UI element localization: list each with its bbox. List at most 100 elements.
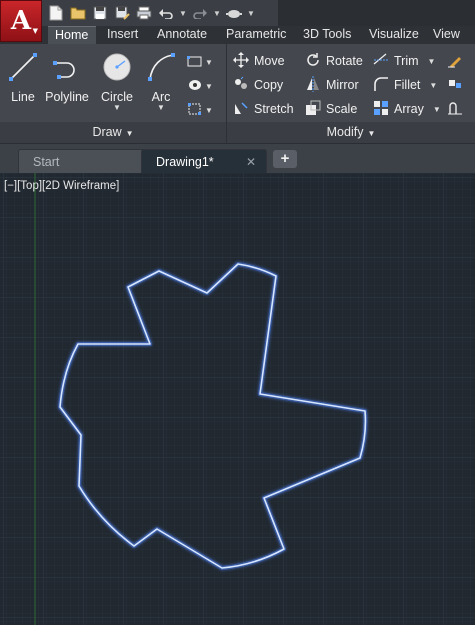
- scale-button[interactable]: Scale: [305, 99, 357, 119]
- draw-panel: Line Polyline Circle ▼ Arc ▼ ▼ ▼ ▼ Draw …: [0, 44, 227, 143]
- arc-icon: [142, 48, 180, 86]
- erase-icon: [447, 52, 463, 71]
- chevron-down-icon: ▼: [32, 27, 38, 35]
- file-tab-bar: Start Drawing1* ✕: [0, 144, 475, 173]
- hatch-icon: [187, 78, 203, 95]
- explode-icon: [447, 76, 463, 95]
- tab-3d-tools[interactable]: 3D Tools: [296, 26, 358, 44]
- region-tool[interactable]: ▼: [187, 98, 221, 122]
- stretch-icon: [233, 100, 249, 119]
- fillet-button[interactable]: Fillet ▼: [373, 75, 437, 95]
- plot-icon[interactable]: [134, 4, 154, 22]
- offset-button[interactable]: [447, 99, 463, 119]
- tab-drawing1[interactable]: Drawing1* ✕: [141, 149, 267, 173]
- drawing-canvas[interactable]: [0, 173, 475, 625]
- mirror-label: Mirror: [326, 78, 359, 92]
- chevron-down-icon: ▼: [205, 81, 213, 91]
- draw-title-label: Draw: [92, 125, 122, 139]
- redo-icon[interactable]: [190, 4, 210, 22]
- ribbon: Line Polyline Circle ▼ Arc ▼ ▼ ▼ ▼ Draw …: [0, 44, 475, 144]
- tab-home[interactable]: Home: [48, 26, 96, 44]
- title-bar-area: [278, 0, 475, 26]
- draw-small-tools: ▼ ▼ ▼: [187, 50, 221, 122]
- tab-parametric[interactable]: Parametric: [219, 26, 293, 44]
- close-icon[interactable]: ✕: [246, 150, 256, 174]
- explode-button[interactable]: [447, 75, 463, 95]
- chevron-down-icon: ▼: [429, 80, 438, 90]
- offset-icon: [447, 100, 463, 119]
- arc-dropdown-icon[interactable]: ▼: [142, 104, 180, 112]
- customize-qat-icon[interactable]: ▼: [246, 9, 256, 18]
- new-icon[interactable]: [46, 4, 66, 22]
- ribbon-tab-bar: Home Insert Annotate Parametric 3D Tools…: [0, 26, 475, 44]
- hatch-tool[interactable]: ▼: [187, 74, 221, 98]
- rectangle-tool[interactable]: ▼: [187, 50, 221, 74]
- arc-label: Arc: [151, 90, 171, 104]
- mirror-button[interactable]: Mirror: [305, 75, 359, 95]
- rotate-button[interactable]: Rotate: [305, 51, 363, 71]
- polyline-label: Polyline: [45, 90, 89, 104]
- share-icon[interactable]: [224, 4, 244, 22]
- tab-start[interactable]: Start: [18, 149, 146, 173]
- arc-button[interactable]: Arc ▼: [142, 48, 180, 118]
- circle-dropdown-icon[interactable]: ▼: [96, 104, 138, 112]
- trim-button[interactable]: Trim ▼: [373, 51, 435, 71]
- fillet-icon: [373, 76, 389, 95]
- erase-button[interactable]: [447, 51, 463, 71]
- open-icon[interactable]: [68, 4, 88, 22]
- chevron-down-icon: ▼: [427, 56, 436, 66]
- application-menu-button[interactable]: A ▼: [0, 0, 42, 42]
- region-icon: [187, 102, 203, 119]
- copy-icon: [233, 76, 249, 95]
- rotate-label: Rotate: [326, 54, 363, 68]
- array-label: Array: [394, 102, 424, 116]
- redo-dropdown-icon[interactable]: ▼: [212, 9, 222, 18]
- move-label: Move: [254, 54, 285, 68]
- copy-label: Copy: [254, 78, 284, 92]
- viewport-controls[interactable]: [−][Top][2D Wireframe]: [4, 180, 119, 192]
- undo-dropdown-icon[interactable]: ▼: [178, 9, 188, 18]
- copy-button[interactable]: Copy: [233, 75, 283, 95]
- mirror-icon: [305, 75, 321, 95]
- circle-icon: [96, 48, 138, 86]
- chevron-down-icon: ▼: [125, 129, 134, 138]
- modify-panel: Move Copy Stretch Rotate Mirror Scale Tr…: [227, 44, 475, 143]
- move-button[interactable]: Move: [233, 51, 285, 71]
- chevron-down-icon: ▼: [205, 105, 213, 115]
- fillet-label: Fillet: [394, 78, 421, 92]
- stretch-button[interactable]: Stretch: [233, 99, 294, 119]
- circle-label: Circle: [101, 90, 133, 104]
- grid: [0, 173, 475, 625]
- circle-button[interactable]: Circle ▼: [96, 48, 138, 118]
- polyline-button[interactable]: Polyline: [43, 48, 91, 118]
- chevron-down-icon: ▼: [367, 129, 376, 138]
- drawing-tab-label: Drawing1*: [156, 155, 214, 169]
- stretch-label: Stretch: [254, 102, 294, 116]
- line-icon: [6, 48, 40, 86]
- rotate-icon: [305, 52, 321, 71]
- modify-title-label: Modify: [326, 125, 364, 139]
- drawing-viewport[interactable]: [−][Top][2D Wireframe]: [0, 173, 475, 625]
- move-icon: [233, 51, 249, 71]
- chevron-down-icon: ▼: [205, 57, 213, 67]
- tab-insert[interactable]: Insert: [100, 26, 145, 44]
- scale-label: Scale: [326, 102, 358, 116]
- save-icon[interactable]: [90, 4, 110, 22]
- undo-icon[interactable]: [156, 4, 176, 22]
- line-label: Line: [11, 90, 35, 104]
- trim-label: Trim: [394, 54, 419, 68]
- autocad-logo: A: [10, 6, 32, 36]
- chevron-down-icon: ▼: [432, 104, 441, 114]
- tab-view[interactable]: View: [426, 26, 467, 44]
- modify-panel-title[interactable]: Modify ▼: [227, 122, 475, 143]
- new-tab-button[interactable]: +: [273, 150, 297, 168]
- draw-panel-title[interactable]: Draw ▼: [0, 122, 226, 143]
- tab-annotate[interactable]: Annotate: [150, 26, 214, 44]
- array-icon: [373, 100, 389, 119]
- tab-visualize[interactable]: Visualize: [362, 26, 426, 44]
- quick-access-toolbar: ▼ ▼ ▼: [46, 3, 256, 23]
- trim-icon: [373, 52, 389, 71]
- save-as-icon[interactable]: [112, 4, 132, 22]
- line-button[interactable]: Line: [6, 48, 40, 118]
- array-button[interactable]: Array ▼: [373, 99, 441, 119]
